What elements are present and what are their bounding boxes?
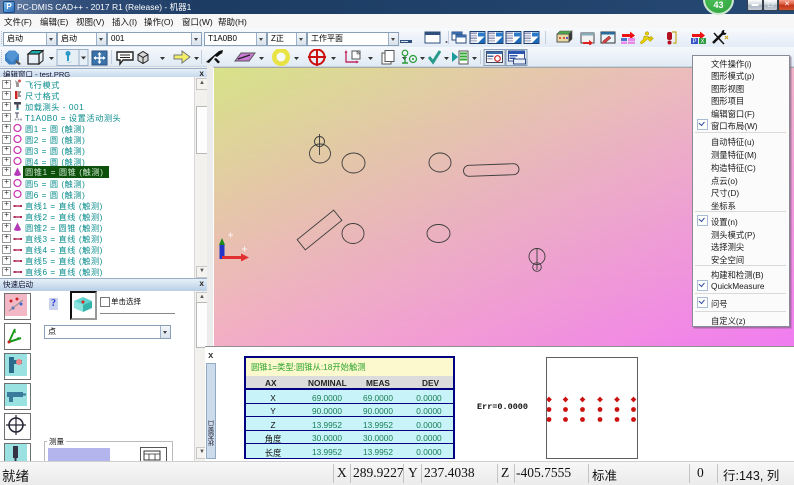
svg-text:P: P	[693, 39, 697, 45]
svg-text:X: X	[701, 39, 705, 45]
